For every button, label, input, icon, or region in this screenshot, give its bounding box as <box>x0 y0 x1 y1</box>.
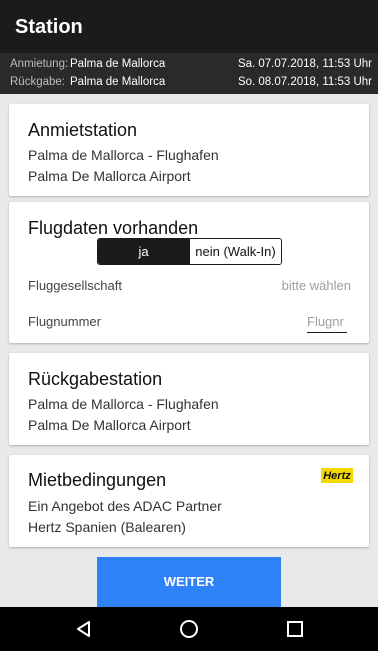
home-icon[interactable] <box>176 616 202 642</box>
flight-data-card: Flugdaten vorhanden ja nein (Walk-In) Fl… <box>9 202 369 343</box>
flight-number-label: Flugnummer <box>28 314 101 329</box>
rental-terms-card[interactable]: Mietbedingungen Hertz Ein Angebot des AD… <box>9 455 369 547</box>
toggle-no-walk-in[interactable]: nein (Walk-In) <box>189 239 281 264</box>
toggle-yes[interactable]: ja <box>98 239 189 264</box>
pickup-summary-row: Anmietung: Palma de Mallorca Sa. 07.07.2… <box>0 58 378 74</box>
pickup-location: Palma de Mallorca <box>70 58 166 70</box>
return-station-subtitle: Palma De Mallorca Airport <box>28 417 191 433</box>
flight-data-toggle: ja nein (Walk-In) <box>97 238 282 265</box>
recent-apps-icon[interactable] <box>282 616 308 642</box>
page-title: Station <box>15 16 83 38</box>
hertz-logo: Hertz <box>321 468 353 483</box>
rental-terms-partner: Hertz Spanien (Balearen) <box>28 519 186 535</box>
return-station-name: Palma de Mallorca - Flughafen <box>28 396 219 412</box>
return-station-card[interactable]: Rückgabestation Palma de Mallorca - Flug… <box>9 353 369 445</box>
pickup-station-title: Anmietstation <box>28 120 138 140</box>
flight-data-title: Flugdaten vorhanden <box>28 218 199 238</box>
return-date: So. 08.07.2018, 11:53 Uhr <box>237 76 372 88</box>
flight-number-input[interactable] <box>307 311 347 333</box>
back-icon[interactable] <box>71 616 97 642</box>
pickup-station-card[interactable]: Anmietstation Palma de Mallorca - Flugha… <box>9 104 369 196</box>
pickup-station-subtitle: Palma De Mallorca Airport <box>28 168 191 184</box>
pickup-label: Anmietung: <box>10 58 69 70</box>
rental-terms-offer: Ein Angebot des ADAC Partner <box>28 498 222 514</box>
return-label: Rückgabe: <box>10 76 65 88</box>
return-station-title: Rückgabestation <box>28 369 163 389</box>
airline-label: Fluggesellschaft <box>28 278 122 293</box>
return-summary-row: Rückgabe: Palma de Mallorca So. 08.07.20… <box>0 76 378 92</box>
pickup-date: Sa. 07.07.2018, 11:53 Uhr <box>237 58 372 70</box>
return-location: Palma de Mallorca <box>70 76 166 88</box>
system-nav-bar <box>0 607 378 651</box>
app-bar: Station <box>0 0 378 53</box>
rental-terms-title: Mietbedingungen <box>28 470 167 490</box>
rental-summary: Anmietung: Palma de Mallorca Sa. 07.07.2… <box>0 53 378 94</box>
continue-button[interactable]: WEITER <box>97 557 281 611</box>
pickup-station-name: Palma de Mallorca - Flughafen <box>28 147 219 163</box>
airline-select[interactable]: bitte wählen <box>282 278 351 293</box>
